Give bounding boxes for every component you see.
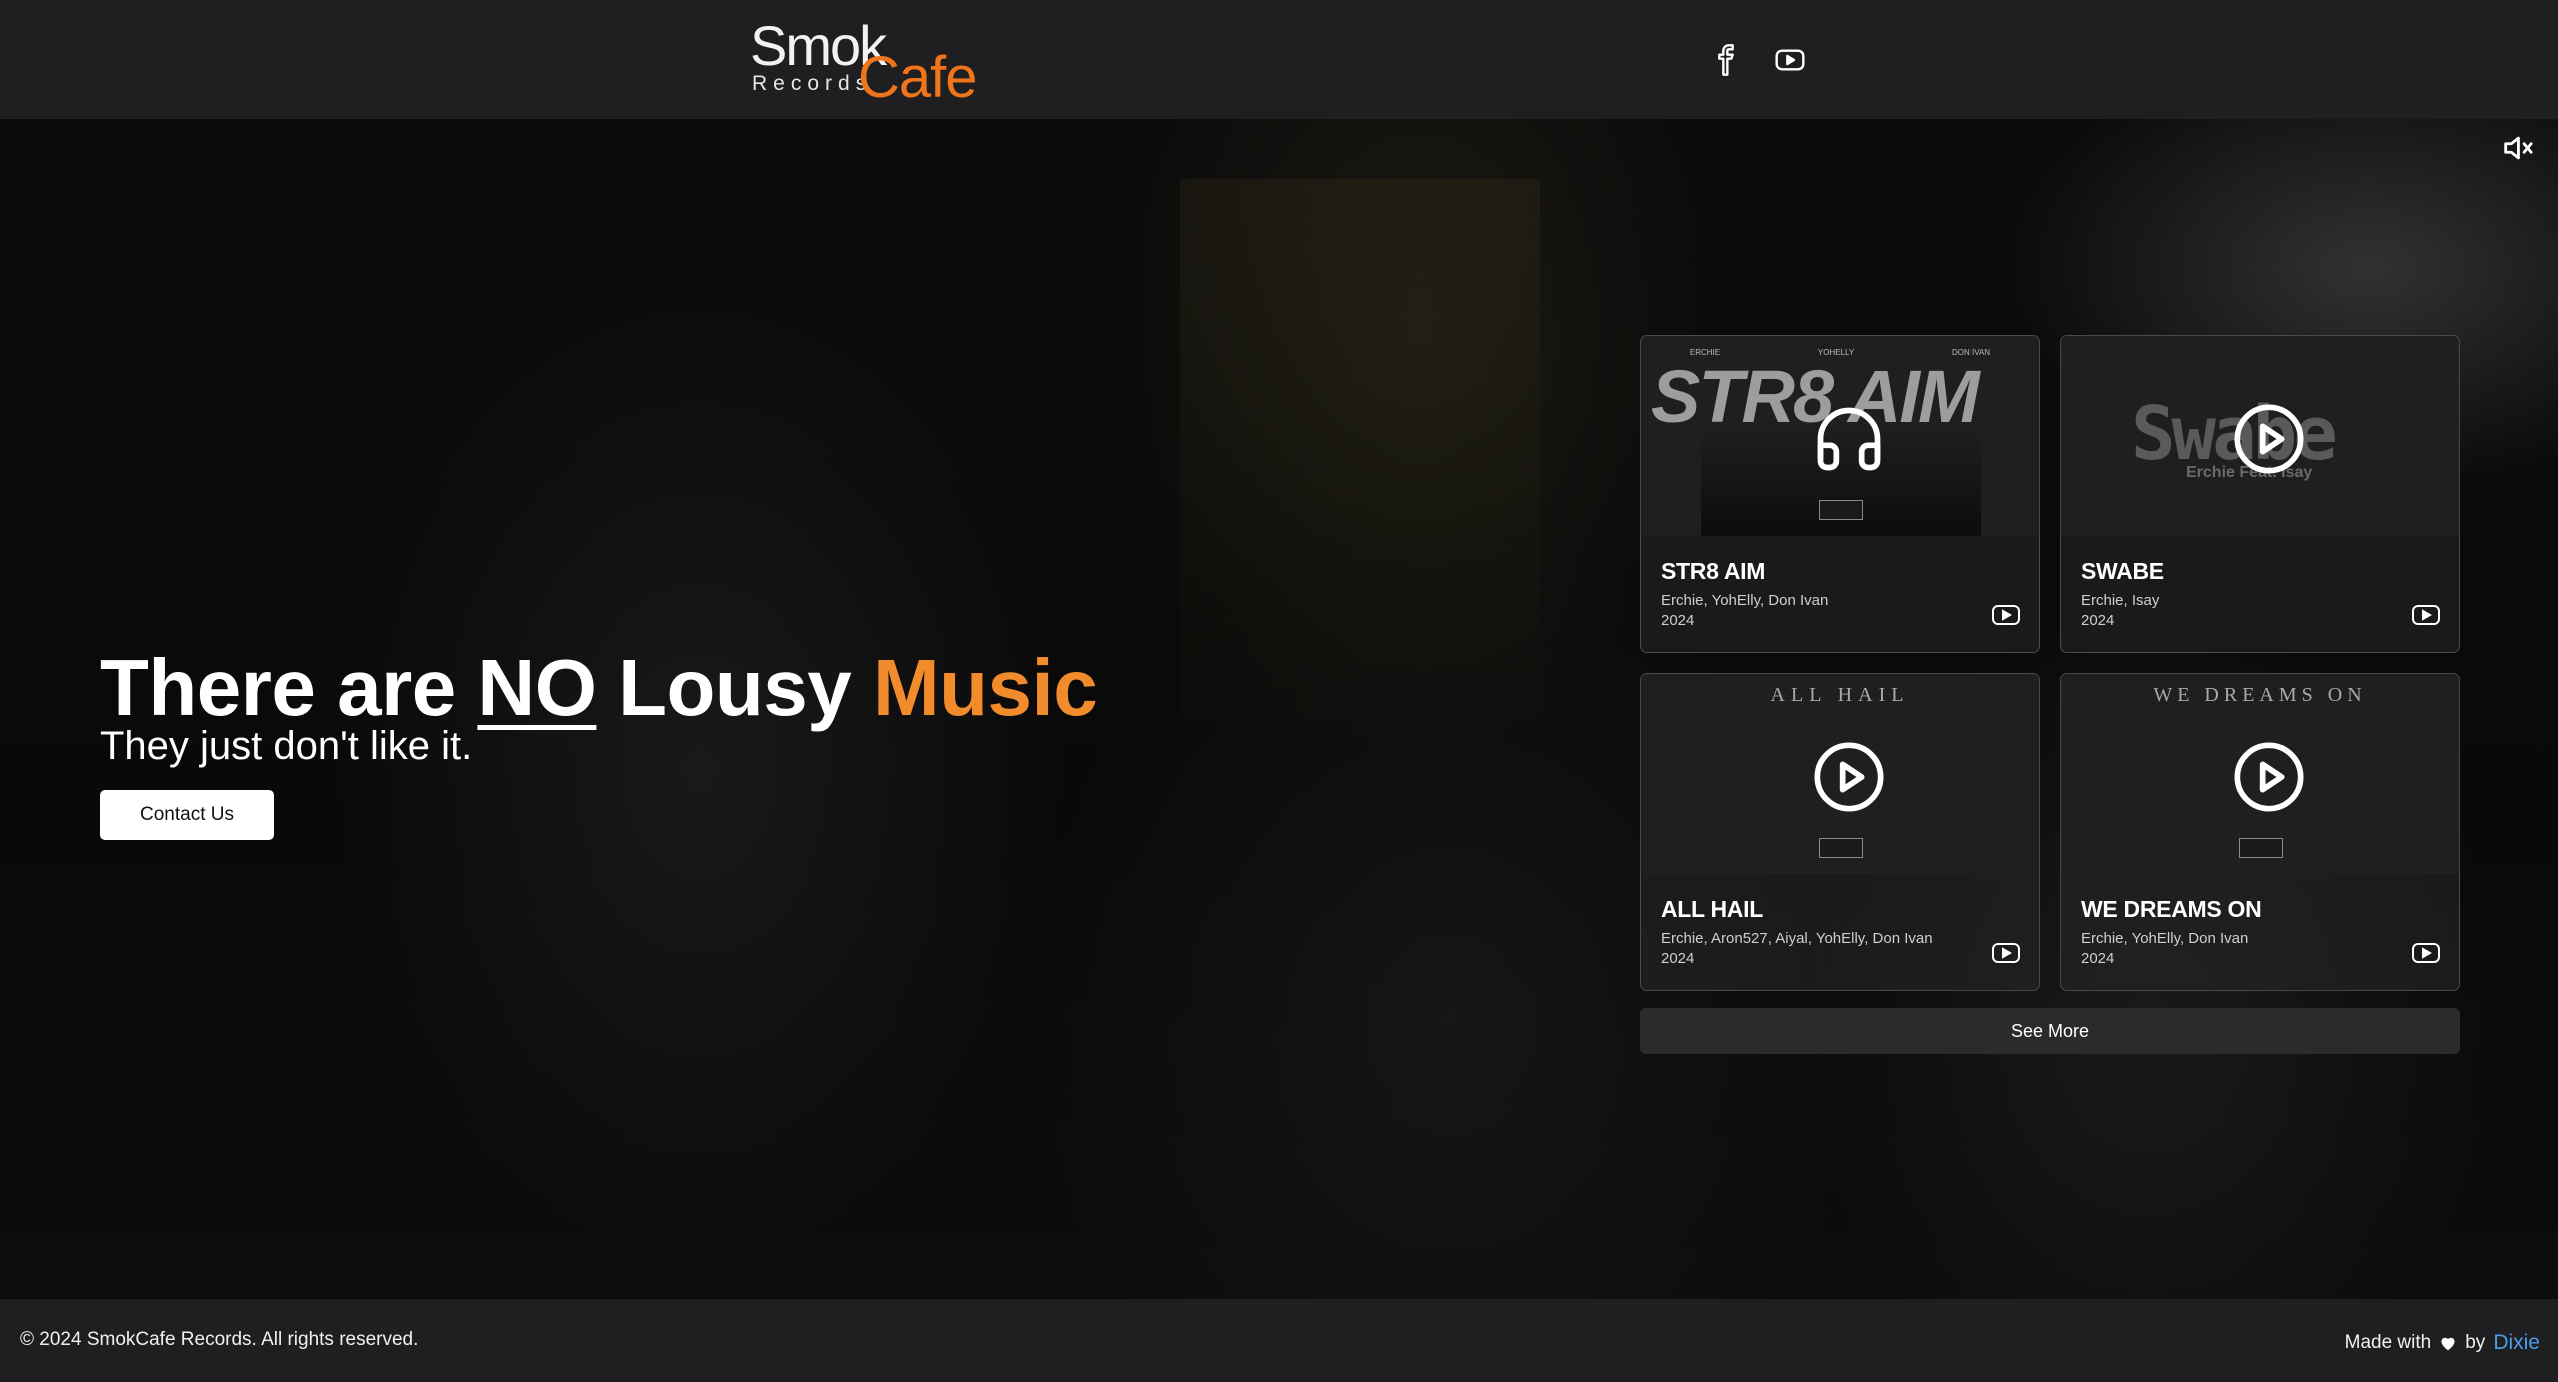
logo-records: Records [752,72,873,95]
contact-us-button[interactable]: Contact Us [100,790,274,840]
copyright-text: © 2024 SmokCafe Records. All rights rese… [20,1329,419,1350]
release-artists: Erchie, Aron527, Aiyal, YohElly, Don Iva… [1661,930,1933,947]
site-footer: © 2024 SmokCafe Records. All rights rese… [0,1299,2558,1382]
play-circle-icon[interactable] [2231,739,2307,815]
release-artists: Erchie, YohElly, Don Ivan [2081,930,2249,947]
cover-title: ALL HAIL [1770,684,1910,706]
release-year: 2024 [2081,950,2115,967]
headline-music: Music [872,643,1098,732]
mute-toggle[interactable] [2500,131,2534,165]
play-circle-icon[interactable] [2231,401,2307,477]
play-circle-icon[interactable] [1811,739,1887,815]
heart-icon [2441,1337,2455,1351]
smokcafe-logo[interactable]: Smok Records Cafe [750,16,980,110]
hero-subline: They just don't like it. [100,724,473,768]
logo-cafe: Cafe [858,45,978,110]
release-title: ALL HAIL [1661,896,1763,922]
headline-no: NO [477,643,597,732]
release-cover[interactable]: Swabe Erchie Feat. Isay [2061,336,2459,536]
see-more-button[interactable]: See More [1640,1008,2460,1054]
facebook-link[interactable] [1706,40,1746,80]
parental-advisory-label [1819,838,1863,858]
youtube-link[interactable] [1770,40,1810,80]
youtube-icon[interactable] [2411,942,2441,964]
headphones-icon[interactable] [1811,401,1887,477]
release-title: WE DREAMS ON [2081,896,2262,922]
release-card-swabe[interactable]: Swabe Erchie Feat. Isay SWABE Erchie, Is… [2060,335,2460,653]
release-card-str8-aim[interactable]: ERCHIE YOHELLY DON IVAN STR8 AIM STR8 AI… [1640,335,2040,653]
release-year: 2024 [2081,612,2115,629]
release-cover[interactable]: ERCHIE YOHELLY DON IVAN STR8 AIM [1641,336,2039,536]
parental-advisory-label [2239,838,2283,858]
speaker-muted-icon [2504,136,2533,160]
release-year: 2024 [1661,612,1695,629]
release-cover[interactable]: ALL HAIL [1641,674,2039,874]
release-card-we-dreams-on[interactable]: WE DREAMS ON WE DREAMS ON Erchie, YohEll… [2060,673,2460,991]
youtube-icon [1775,49,1805,71]
release-artists: Erchie, YohElly, Don Ivan [1661,592,1829,609]
made-with-credit: Made with by Dixie [2344,1331,2540,1355]
youtube-icon[interactable] [2411,604,2441,626]
release-card-all-hail[interactable]: ALL HAIL ALL HAIL Erchie, Aron527, Aiyal… [1640,673,2040,991]
release-artists: Erchie, Isay [2081,592,2160,609]
release-cover[interactable]: WE DREAMS ON [2061,674,2459,874]
site-header: Smok Records Cafe [0,0,2558,119]
release-title: SWABE [2081,558,2164,584]
cover-title: WE DREAMS ON [2153,684,2367,706]
youtube-icon[interactable] [1991,942,2021,964]
author-link[interactable]: Dixie [2493,1331,2540,1355]
parental-advisory-label [1819,500,1863,520]
release-title: STR8 AIM [1661,558,1766,584]
release-year: 2024 [1661,950,1695,967]
facebook-icon [1718,44,1734,76]
youtube-icon[interactable] [1991,604,2021,626]
